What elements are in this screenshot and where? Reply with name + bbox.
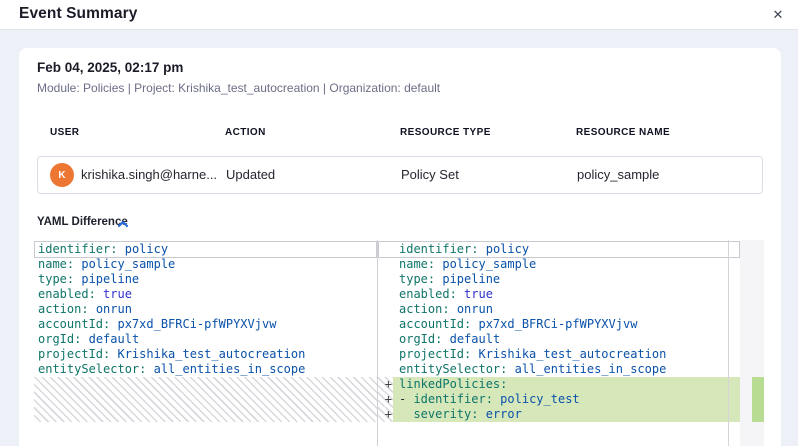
code-line: projectId: Krishika_test_autocreation (34, 347, 377, 362)
diff-added-marker: + (378, 392, 393, 407)
code-line: name: policy_sample (34, 257, 377, 272)
code-line: accountId: px7xd_BFRCi-pfWPYXVjvw (393, 317, 740, 332)
current-line-highlight-left (34, 241, 377, 258)
code-line: name: policy_sample (393, 257, 740, 272)
row-resource-type: Policy Set (401, 157, 459, 193)
yaml-diff-editor[interactable]: identifier: policyname: policy_sampletyp… (34, 240, 764, 446)
row-resource-name: policy_sample (577, 157, 659, 193)
code-line: entitySelector: all_entities_in_scope (393, 362, 740, 377)
column-header-resource-type: RESOURCE TYPE (400, 127, 491, 138)
event-summary-modal: Event Summary ✕ Feb 04, 2025, 02:17 pm M… (0, 0, 798, 446)
column-header-resource-name: RESOURCE NAME (576, 127, 670, 138)
page-title: Event Summary (19, 5, 137, 23)
event-meta: Module: Policies | Project: Krishika_tes… (37, 81, 440, 95)
diff-added-marker: + (378, 407, 393, 422)
code-line: type: pipeline (393, 272, 740, 287)
current-line-highlight-right (378, 241, 740, 258)
code-line: projectId: Krishika_test_autocreation (393, 347, 740, 362)
chevron-up-icon[interactable] (117, 220, 129, 228)
code-line: enabled: true (34, 287, 377, 302)
modal-header: Event Summary ✕ (0, 0, 798, 30)
column-header-user: USER (50, 127, 79, 138)
code-line: accountId: px7xd_BFRCi-pfWPYXVjvw (34, 317, 377, 332)
row-action: Updated (226, 157, 275, 193)
code-line: orgId: default (34, 332, 377, 347)
code-line: enabled: true (393, 287, 740, 302)
close-icon[interactable]: ✕ (766, 3, 790, 27)
column-header-action: ACTION (225, 127, 266, 138)
diff-placeholder-hatch (34, 377, 377, 422)
code-line: - identifier: policy_test (393, 392, 740, 407)
overview-ruler-added-marker (752, 377, 764, 422)
code-line: type: pipeline (34, 272, 377, 287)
diff-pane-modified: identifier: policyname: policy_sampletyp… (393, 240, 740, 446)
table-row[interactable]: K krishika.singh@harne... Updated Policy… (37, 156, 763, 194)
code-line: severity: error (393, 407, 740, 422)
code-line: linkedPolicies: (393, 377, 740, 392)
code-line: orgId: default (393, 332, 740, 347)
row-user: krishika.singh@harne... (81, 157, 217, 193)
diff-added-marker: + (378, 377, 393, 392)
code-line: entitySelector: all_entities_in_scope (34, 362, 377, 377)
code-line: action: onrun (393, 302, 740, 317)
editor-inner-border (728, 240, 729, 446)
avatar: K (50, 163, 74, 187)
yaml-difference-label: YAML Difference (37, 216, 128, 228)
code-line: action: onrun (34, 302, 377, 317)
event-timestamp: Feb 04, 2025, 02:17 pm (37, 60, 183, 75)
